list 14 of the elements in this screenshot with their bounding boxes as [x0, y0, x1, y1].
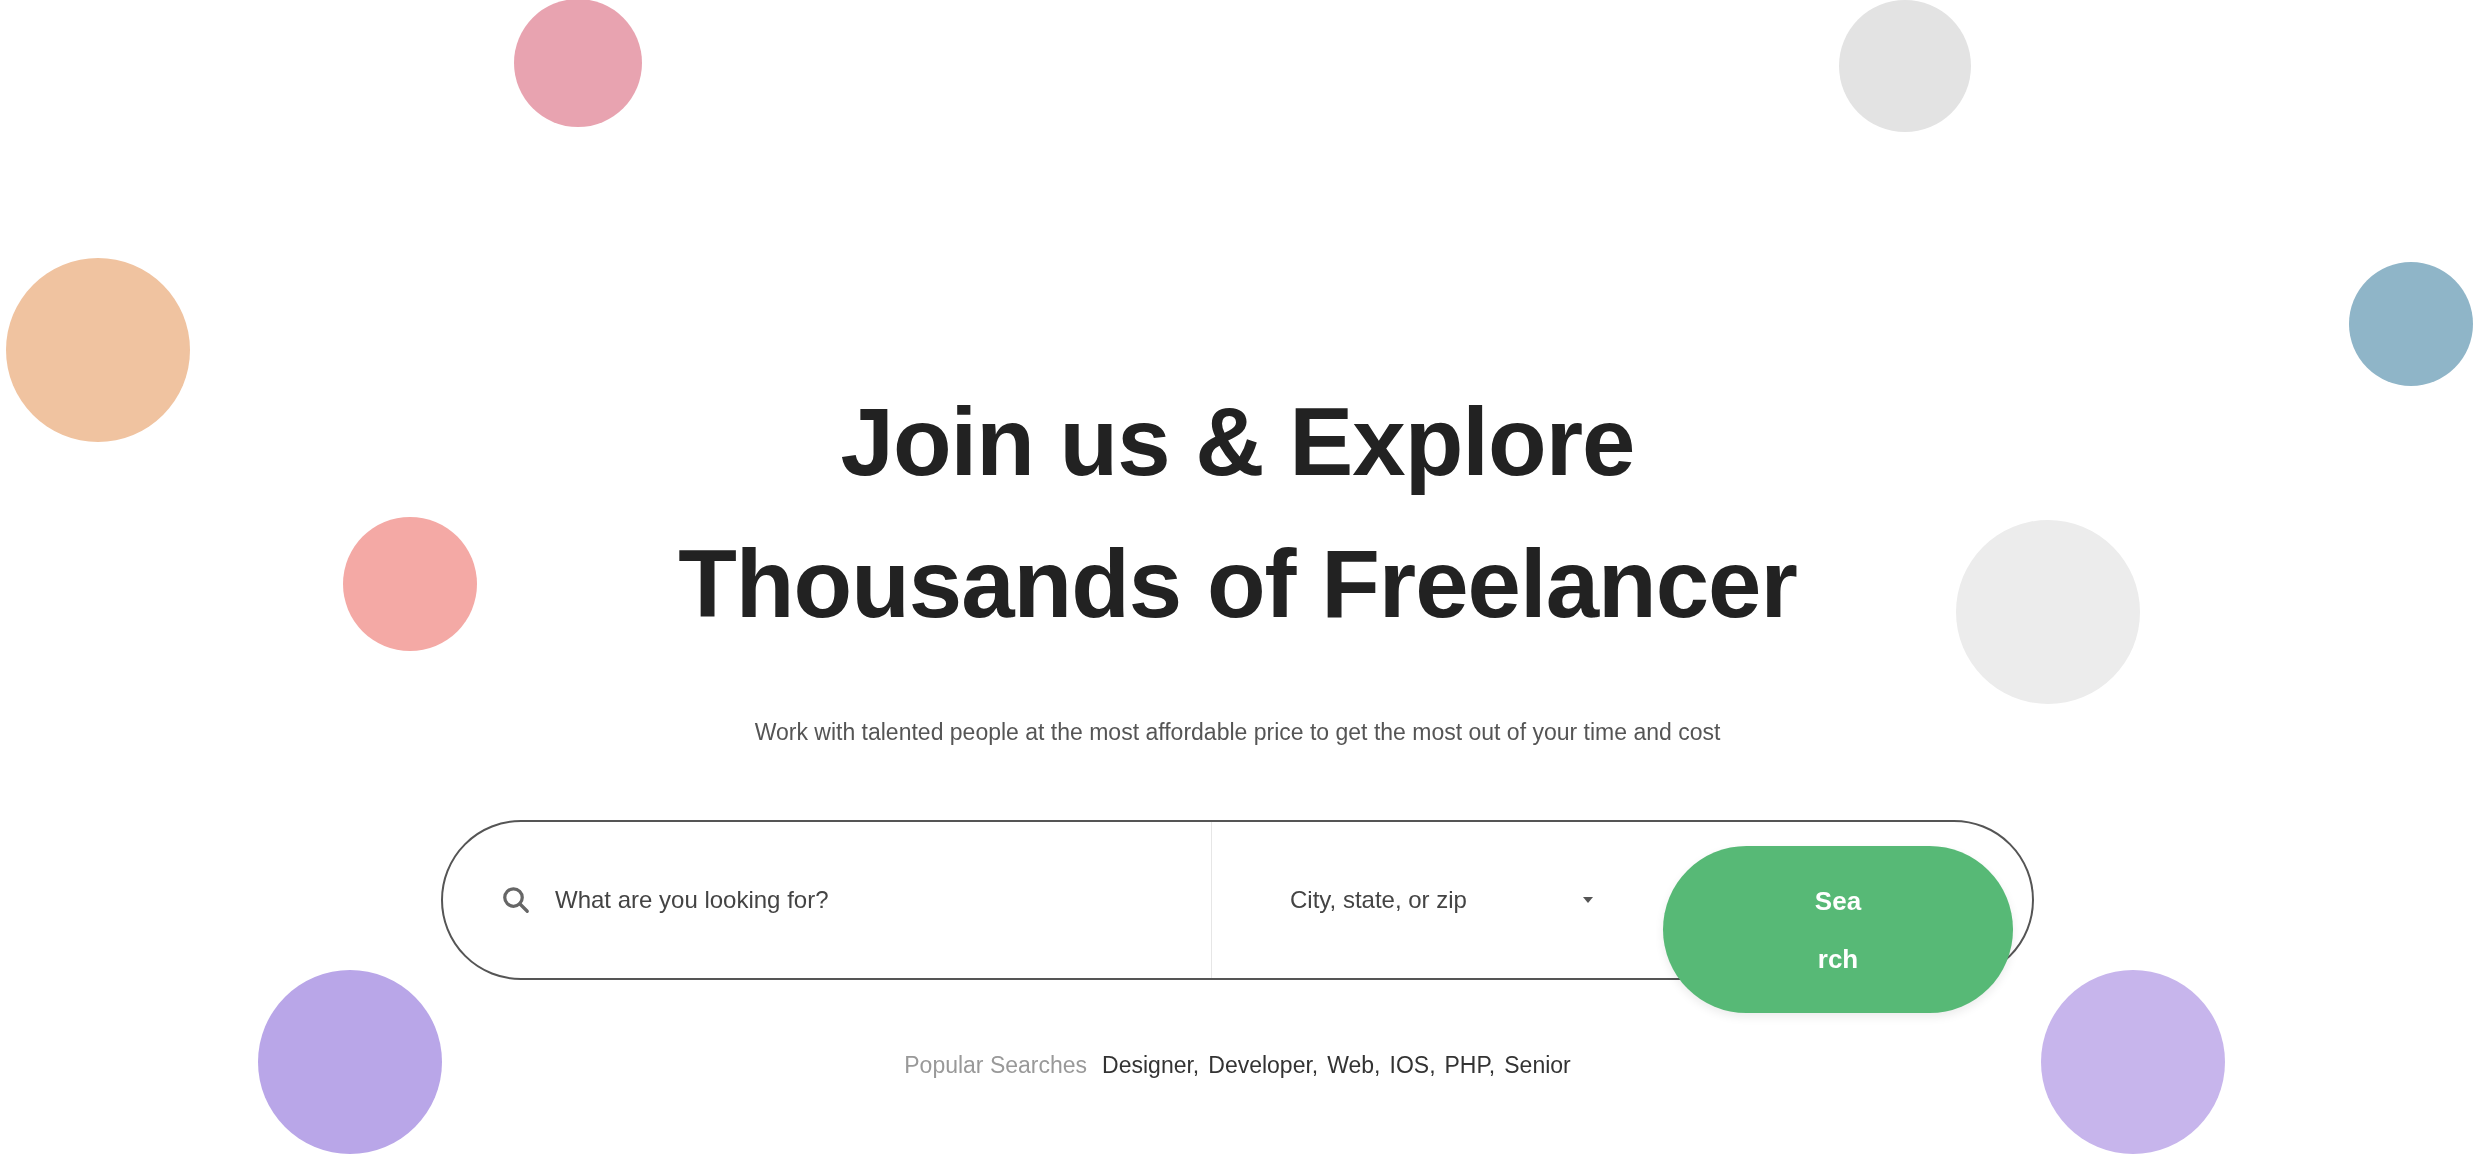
caret-icon: [1582, 896, 1594, 904]
popular-searches-label: Popular Searches: [904, 1051, 1088, 1080]
hero-heading-line: Thousands of Freelancer: [678, 529, 1797, 639]
keyword-input-field[interactable]: What are you looking for?: [553, 885, 1157, 915]
hero-subtitle: Work with talented people at the most affordable price to get the most out of your time and cost: [753, 718, 1722, 747]
search-icon: [501, 885, 531, 915]
popular-search-link[interactable]: Developer,: [1208, 1048, 1319, 1082]
location-input-field[interactable]: City, state, or zip: [1288, 885, 1542, 915]
popular-search-link[interactable]: Web,: [1327, 1048, 1381, 1082]
popular-search-link[interactable]: Senior: [1504, 1048, 1571, 1082]
popular-search-link[interactable]: IOS,: [1389, 1048, 1436, 1082]
popular-search-link[interactable]: Designer,: [1102, 1048, 1200, 1082]
hero-heading-line: Join us & Explore: [839, 387, 1636, 497]
popular-search-link[interactable]: PHP,: [1444, 1048, 1496, 1082]
